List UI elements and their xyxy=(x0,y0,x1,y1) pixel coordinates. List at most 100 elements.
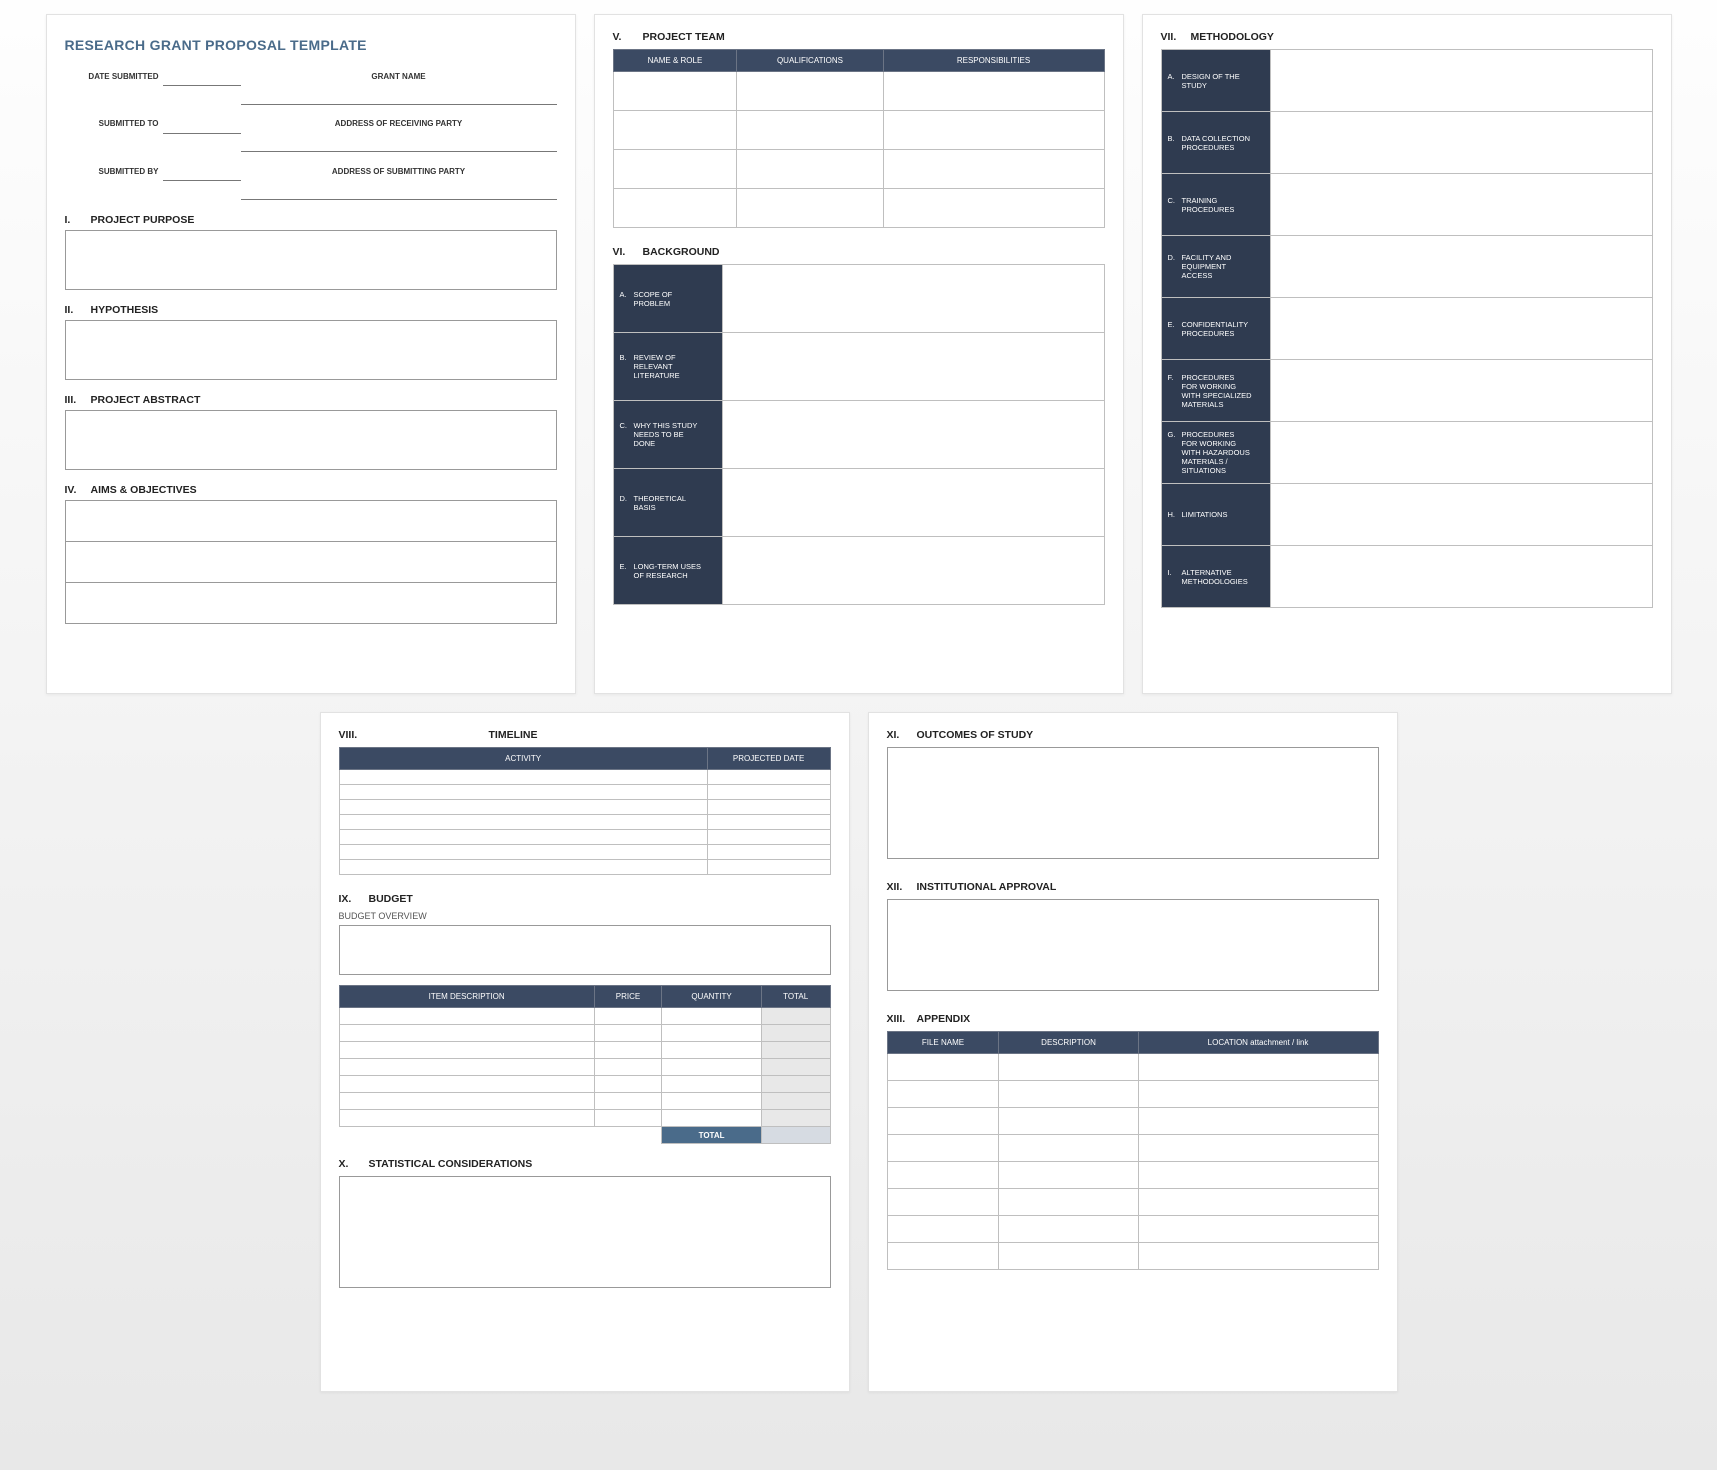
methodology-row: A.DESIGN OF THE STUDY xyxy=(1161,50,1652,112)
table-row[interactable] xyxy=(887,1243,1378,1270)
th-location: LOCATION attachment / link xyxy=(1138,1032,1378,1054)
background-cell[interactable] xyxy=(722,537,1104,605)
field-submitted-by[interactable] xyxy=(163,162,241,181)
label-date-submitted: DATE SUBMITTED xyxy=(65,67,163,86)
table-row[interactable] xyxy=(339,845,830,860)
table-row[interactable] xyxy=(339,830,830,845)
methodology-cell[interactable] xyxy=(1270,236,1652,298)
table-row[interactable] xyxy=(339,1059,830,1076)
table-row[interactable] xyxy=(339,1008,830,1025)
field-grant-name[interactable] xyxy=(241,86,557,105)
table-row[interactable] xyxy=(339,815,830,830)
methodology-cell[interactable] xyxy=(1270,112,1652,174)
budget-total-row: TOTAL xyxy=(339,1127,830,1144)
th-price: PRICE xyxy=(594,986,661,1008)
table-row[interactable] xyxy=(339,860,830,875)
th-responsibilities: RESPONSIBILITIES xyxy=(883,50,1104,72)
table-row[interactable] xyxy=(887,1162,1378,1189)
table-row[interactable] xyxy=(339,785,830,800)
box-budget-overview[interactable] xyxy=(339,925,831,975)
background-label: D.THEORETICAL BASIS xyxy=(613,469,722,537)
section-outcomes: XI.OUTCOMES OF STUDY xyxy=(887,729,1379,741)
box-institutional-approval[interactable] xyxy=(887,899,1379,991)
background-row: C.WHY THIS STUDY NEEDS TO BE DONE xyxy=(613,401,1104,469)
budget-overview-label: BUDGET OVERVIEW xyxy=(339,911,831,921)
table-background: A.SCOPE OF PROBLEMB.REVIEW OF RELEVANT L… xyxy=(613,264,1105,605)
table-row[interactable] xyxy=(339,1093,830,1110)
table-row[interactable] xyxy=(613,150,1104,189)
methodology-row: E.CONFIDENTIALITY PROCEDURES xyxy=(1161,298,1652,360)
field-date-submitted[interactable] xyxy=(163,67,241,86)
table-row[interactable] xyxy=(887,1108,1378,1135)
section-timeline: VIII.TIMELINE xyxy=(339,729,831,741)
label-address-receiving: ADDRESS OF RECEIVING PARTY xyxy=(241,115,557,134)
background-label: A.SCOPE OF PROBLEM xyxy=(613,265,722,333)
page-4: VIII.TIMELINE ACTIVITY PROJECTED DATE IX… xyxy=(320,712,850,1392)
th-qualifications: QUALIFICATIONS xyxy=(737,50,883,72)
page-2: V.PROJECT TEAM NAME & ROLE QUALIFICATION… xyxy=(594,14,1124,694)
background-row: A.SCOPE OF PROBLEM xyxy=(613,265,1104,333)
table-row[interactable] xyxy=(887,1081,1378,1108)
field-address-submitting[interactable] xyxy=(241,181,557,200)
table-row[interactable] xyxy=(613,72,1104,111)
budget-total-cell xyxy=(761,1127,830,1144)
background-cell[interactable] xyxy=(722,401,1104,469)
table-row[interactable] xyxy=(887,1189,1378,1216)
table-row[interactable] xyxy=(887,1135,1378,1162)
box-project-abstract[interactable] xyxy=(65,410,557,470)
methodology-cell[interactable] xyxy=(1270,360,1652,422)
section-budget: IX.BUDGET xyxy=(339,893,831,905)
box-hypothesis[interactable] xyxy=(65,320,557,380)
box-statistical-considerations[interactable] xyxy=(339,1176,831,1288)
methodology-cell[interactable] xyxy=(1270,422,1652,484)
methodology-cell[interactable] xyxy=(1270,50,1652,112)
methodology-label: H.LIMITATIONS xyxy=(1161,484,1270,546)
table-budget: ITEM DESCRIPTION PRICE QUANTITY TOTAL TO… xyxy=(339,985,831,1144)
section-project-purpose: I.PROJECT PURPOSE xyxy=(65,214,557,226)
table-row[interactable] xyxy=(887,1216,1378,1243)
label-grant-name: GRANT NAME xyxy=(241,67,557,86)
background-cell[interactable] xyxy=(722,333,1104,401)
table-row[interactable] xyxy=(613,111,1104,150)
field-address-receiving[interactable] xyxy=(241,133,557,152)
box-aims-objectives[interactable] xyxy=(65,500,557,624)
box-outcomes[interactable] xyxy=(887,747,1379,859)
table-row[interactable] xyxy=(339,770,830,785)
background-cell[interactable] xyxy=(722,469,1104,537)
table-row[interactable] xyxy=(339,1076,830,1093)
methodology-cell[interactable] xyxy=(1270,174,1652,236)
background-label: C.WHY THIS STUDY NEEDS TO BE DONE xyxy=(613,401,722,469)
table-row[interactable] xyxy=(613,189,1104,228)
label-address-submitting: ADDRESS OF SUBMITTING PARTY xyxy=(241,162,557,181)
field-submitted-to[interactable] xyxy=(163,115,241,134)
th-quantity: QUANTITY xyxy=(662,986,762,1008)
methodology-cell[interactable] xyxy=(1270,298,1652,360)
meta-table: DATE SUBMITTED GRANT NAME SUBMITTED TO A… xyxy=(65,67,557,200)
table-row[interactable] xyxy=(887,1054,1378,1081)
methodology-label: F.PROCEDURES FOR WORKING WITH SPECIALIZE… xyxy=(1161,360,1270,422)
methodology-row: C.TRAINING PROCEDURES xyxy=(1161,174,1652,236)
methodology-row: F.PROCEDURES FOR WORKING WITH SPECIALIZE… xyxy=(1161,360,1652,422)
label-submitted-to: SUBMITTED TO xyxy=(65,115,163,134)
table-methodology: A.DESIGN OF THE STUDYB.DATA COLLECTION P… xyxy=(1161,49,1653,608)
box-project-purpose[interactable] xyxy=(65,230,557,290)
section-appendix: XIII.APPENDIX xyxy=(887,1013,1379,1025)
background-row: E.LONG-TERM USES OF RESEARCH xyxy=(613,537,1104,605)
background-row: D.THEORETICAL BASIS xyxy=(613,469,1104,537)
table-row[interactable] xyxy=(339,1110,830,1127)
section-project-abstract: III.PROJECT ABSTRACT xyxy=(65,394,557,406)
th-activity: ACTIVITY xyxy=(339,748,707,770)
table-row[interactable] xyxy=(339,1025,830,1042)
section-statistical-considerations: X.STATISTICAL CONSIDERATIONS xyxy=(339,1158,831,1170)
methodology-cell[interactable] xyxy=(1270,484,1652,546)
table-row[interactable] xyxy=(339,800,830,815)
section-hypothesis: II.HYPOTHESIS xyxy=(65,304,557,316)
th-name-role: NAME & ROLE xyxy=(613,50,737,72)
table-timeline: ACTIVITY PROJECTED DATE xyxy=(339,747,831,875)
methodology-label: I.ALTERNATIVE METHODOLOGIES xyxy=(1161,546,1270,608)
table-row[interactable] xyxy=(339,1042,830,1059)
methodology-cell[interactable] xyxy=(1270,546,1652,608)
background-label: E.LONG-TERM USES OF RESEARCH xyxy=(613,537,722,605)
background-cell[interactable] xyxy=(722,265,1104,333)
th-file-name: FILE NAME xyxy=(887,1032,999,1054)
